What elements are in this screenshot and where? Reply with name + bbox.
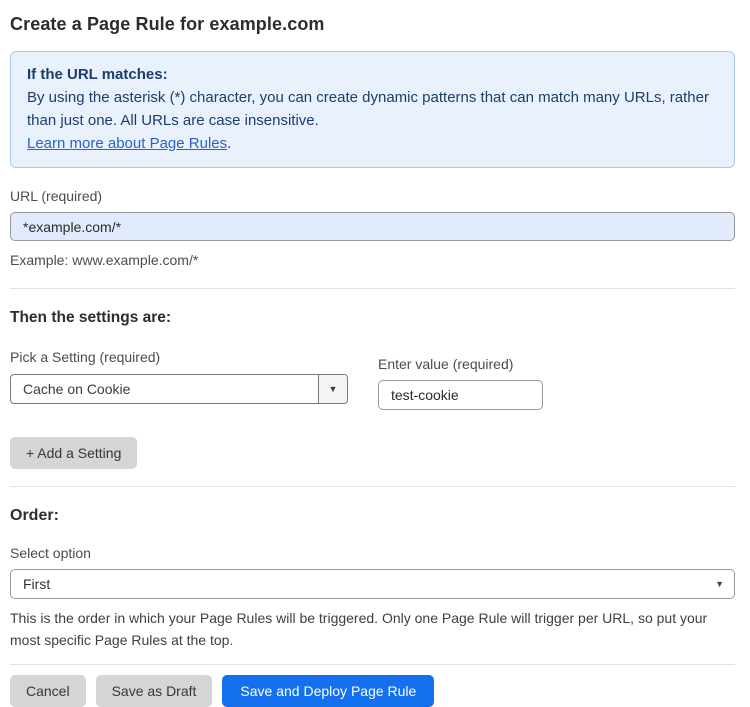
- info-box-link-line: Learn more about Page Rules.: [27, 132, 718, 155]
- chevron-down-icon: ▼: [715, 579, 724, 589]
- setting-picker-label: Pick a Setting (required): [10, 349, 161, 365]
- order-select-label: Select option: [10, 545, 91, 561]
- page-rule-form: Create a Page Rule for example.com If th…: [0, 0, 750, 707]
- divider: [10, 288, 735, 289]
- save-as-draft-button[interactable]: Save as Draft: [95, 675, 213, 707]
- order-select[interactable]: First ▼: [10, 569, 735, 599]
- divider: [10, 664, 735, 665]
- setting-value-column: Enter value (required): [378, 356, 543, 410]
- chevron-down-icon: ▼: [328, 384, 338, 394]
- setting-picker-dropdown[interactable]: Cache on Cookie ▼: [10, 374, 348, 404]
- setting-picker-column: Pick a Setting (required) Cache on Cooki…: [10, 349, 348, 410]
- settings-row: Pick a Setting (required) Cache on Cooki…: [10, 349, 735, 410]
- footer-button-row: Cancel Save as Draft Save and Deploy Pag…: [10, 675, 735, 707]
- add-setting-button[interactable]: + Add a Setting: [10, 437, 138, 469]
- settings-section-heading: Then the settings are:: [10, 309, 172, 326]
- setting-picker-value: Cache on Cookie: [23, 381, 131, 397]
- setting-value-label: Enter value (required): [378, 356, 514, 372]
- page-title: Create a Page Rule for example.com: [10, 14, 325, 34]
- order-helper-text: This is the order in which your Page Rul…: [10, 610, 708, 648]
- url-label: URL (required): [10, 188, 103, 204]
- learn-more-link[interactable]: Learn more about Page Rules: [27, 135, 227, 152]
- save-and-deploy-button[interactable]: Save and Deploy Page Rule: [222, 675, 435, 707]
- order-section-heading: Order:: [10, 507, 59, 524]
- cancel-button[interactable]: Cancel: [10, 675, 86, 707]
- url-match-info-box: If the URL matches: By using the asteris…: [10, 51, 735, 168]
- info-box-body: By using the asterisk (*) character, you…: [27, 89, 709, 129]
- setting-value-input[interactable]: [378, 380, 543, 410]
- url-input[interactable]: [10, 212, 735, 241]
- link-period: .: [227, 135, 232, 152]
- order-select-value: First: [23, 576, 51, 592]
- setting-picker-arrow-button[interactable]: ▼: [318, 375, 347, 403]
- url-example-helper: Example: www.example.com/*: [10, 252, 199, 268]
- divider: [10, 486, 735, 487]
- info-box-heading: If the URL matches:: [27, 66, 168, 83]
